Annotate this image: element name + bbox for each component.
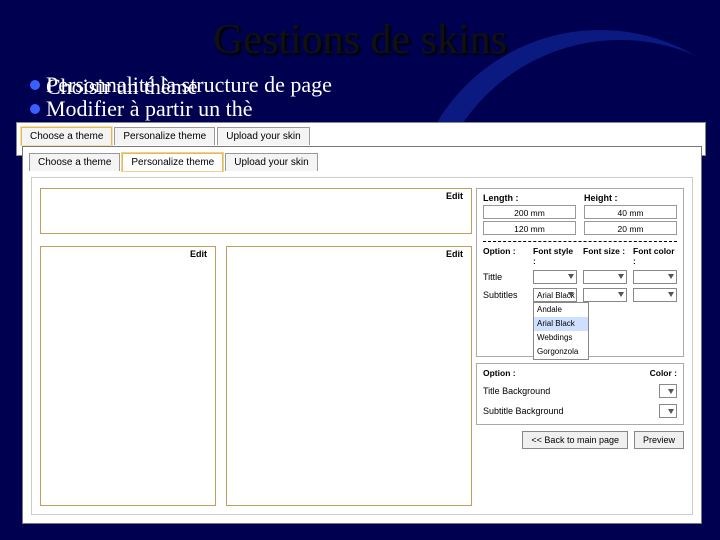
bullet-text: Choisir un thème (46, 76, 198, 98)
title-fontsize-select[interactable] (583, 270, 627, 284)
bullet-text: Modifier à partir un thè (46, 98, 253, 120)
subtitle-fontstyle-select[interactable]: Arial Black (533, 288, 577, 302)
title-fontcolor-select[interactable] (633, 270, 677, 284)
layout-left-box[interactable]: Edit (40, 246, 216, 506)
subtitle-fontcolor-select[interactable] (633, 288, 677, 302)
option-title-label: Tittle (483, 272, 527, 282)
edit-link[interactable]: Edit (446, 191, 463, 201)
background-group: Option : Color : Title Background Subtit… (476, 363, 684, 425)
option-header: Option : (483, 368, 621, 378)
dropdown-option[interactable]: Arial Black (534, 317, 588, 331)
subtitle-bg-label: Subtitle Background (483, 406, 653, 416)
bullet-icon (30, 104, 40, 114)
content-area: Edit Edit Edit Length : 200 mm 120 mm He (31, 177, 693, 515)
tab-upload[interactable]: Upload your skin (225, 153, 317, 171)
dropdown-option[interactable]: Gorgonzola (534, 345, 588, 359)
back-button[interactable]: << Back to main page (522, 431, 628, 449)
height-label: Height : (584, 193, 677, 203)
dropdown-option[interactable]: Webdings (534, 331, 588, 345)
properties-column: Length : 200 mm 120 mm Height : 40 mm 20… (476, 188, 684, 506)
fontstyle-dropdown-open[interactable]: Andale Arial Black Webdings Gorgonzola (533, 302, 589, 360)
height-value-1[interactable]: 40 mm (584, 205, 677, 219)
subtitle-fontsize-select[interactable] (583, 288, 627, 302)
length-label: Length : (483, 193, 576, 203)
title-bg-color-picker[interactable] (659, 384, 677, 398)
height-value-2[interactable]: 20 mm (584, 221, 677, 235)
layout-preview: Edit Edit Edit (40, 188, 472, 506)
tab-choose-back[interactable]: Choose a theme (21, 127, 112, 145)
option-subtitle-label: Subtitles (483, 290, 527, 300)
title-fontstyle-select[interactable] (533, 270, 577, 284)
edit-link[interactable]: Edit (190, 249, 207, 259)
page-title: Gestions de skins (0, 16, 720, 64)
length-value-2[interactable]: 120 mm (483, 221, 576, 235)
size-group: Length : 200 mm 120 mm Height : 40 mm 20… (476, 188, 684, 357)
bullet-icon (30, 80, 40, 90)
title-bg-label: Title Background (483, 386, 653, 396)
font-options-header: Option : Font style : Font size : Font c… (483, 246, 677, 266)
edit-link[interactable]: Edit (446, 249, 463, 259)
length-value-1[interactable]: 200 mm (483, 205, 576, 219)
layout-header-box[interactable]: Edit (40, 188, 472, 234)
preview-button[interactable]: Preview (634, 431, 684, 449)
tab-choose[interactable]: Choose a theme (29, 153, 120, 171)
tab-personalize[interactable]: Personalize theme (122, 153, 223, 171)
color-header: Color : (627, 368, 677, 378)
subtitle-bg-color-picker[interactable] (659, 404, 677, 418)
main-panel: Choose a theme Personalize theme Upload … (22, 146, 702, 524)
tab-personalize-back[interactable]: Personalize theme (114, 127, 215, 145)
dropdown-option[interactable]: Andale (534, 303, 588, 317)
bullet-list: Personnalité la structure de page Choisi… (30, 74, 332, 120)
layout-right-box[interactable]: Edit (226, 246, 472, 506)
tab-upload-back[interactable]: Upload your skin (217, 127, 309, 145)
